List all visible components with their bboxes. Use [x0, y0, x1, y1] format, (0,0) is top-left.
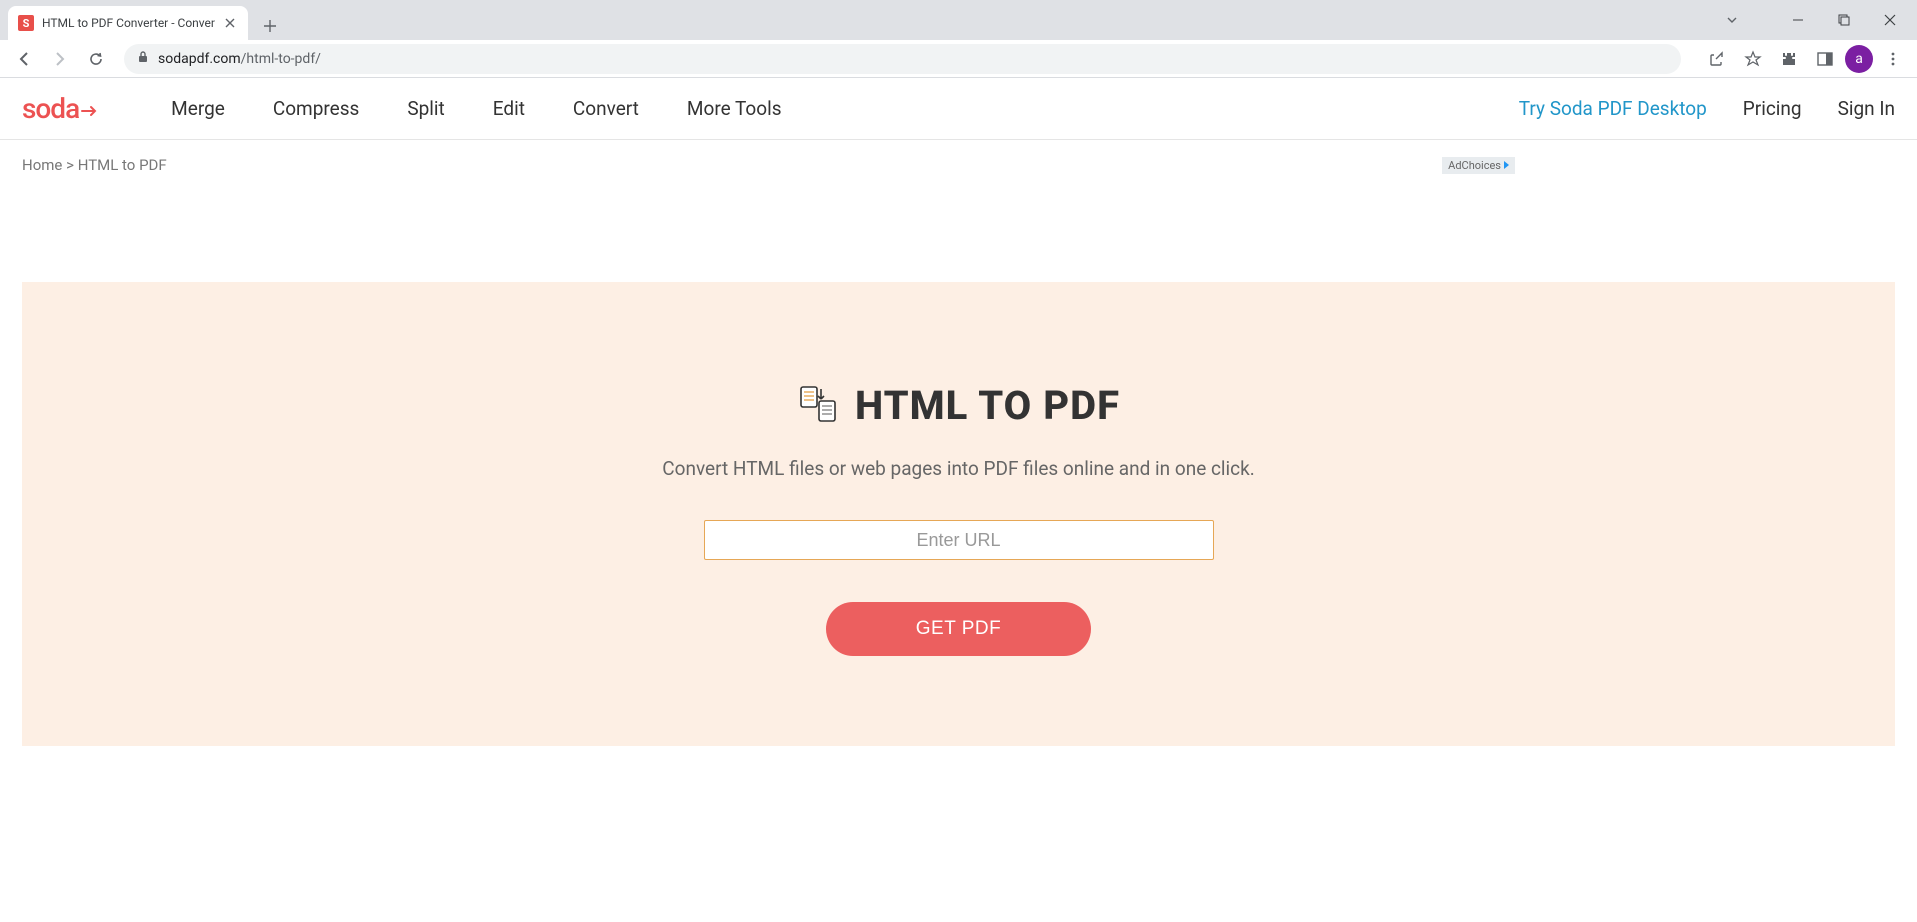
breadcrumb: Home > HTML to PDF: [22, 156, 167, 174]
hero-subtitle: Convert HTML files or web pages into PDF…: [62, 457, 1855, 480]
right-nav: Try Soda PDF Desktop Pricing Sign In: [1519, 97, 1895, 120]
share-icon[interactable]: [1701, 43, 1733, 75]
adchoices-icon: [1504, 161, 1509, 169]
window-controls: [1709, 0, 1913, 40]
browser-tab[interactable]: S HTML to PDF Converter - Conver: [8, 6, 248, 40]
logo-arrow-icon: [81, 92, 99, 125]
url-input[interactable]: [704, 520, 1214, 560]
maximize-window-icon[interactable]: [1821, 4, 1867, 36]
nav-compress[interactable]: Compress: [273, 97, 359, 120]
tab-favicon: S: [18, 15, 34, 31]
reload-button[interactable]: [80, 43, 112, 75]
sign-in-link[interactable]: Sign In: [1838, 97, 1895, 120]
breadcrumb-row: Home > HTML to PDF AdChoices: [0, 140, 1917, 182]
try-desktop-link[interactable]: Try Soda PDF Desktop: [1519, 97, 1707, 120]
address-bar[interactable]: sodapdf.com/html-to-pdf/: [124, 44, 1681, 74]
new-tab-button[interactable]: [256, 12, 284, 40]
pricing-link[interactable]: Pricing: [1743, 97, 1802, 120]
side-panel-icon[interactable]: [1809, 43, 1841, 75]
url-host: sodapdf.com: [158, 51, 241, 67]
page-content: soda Merge Compress Split Edit Convert M…: [0, 78, 1917, 922]
url-path: /html-to-pdf/: [241, 51, 321, 67]
nav-convert[interactable]: Convert: [573, 97, 639, 120]
browser-toolbar: sodapdf.com/html-to-pdf/ a: [0, 40, 1917, 78]
html-to-pdf-icon: [797, 383, 839, 429]
chrome-menu-icon[interactable]: [1877, 43, 1909, 75]
minimize-window-icon[interactable]: [1775, 4, 1821, 36]
forward-button[interactable]: [44, 43, 76, 75]
back-button[interactable]: [8, 43, 40, 75]
hero-card: HTML TO PDF Convert HTML files or web pa…: [22, 282, 1895, 746]
tab-strip: S HTML to PDF Converter - Conver: [0, 0, 1917, 40]
close-window-icon[interactable]: [1867, 4, 1913, 36]
breadcrumb-current: HTML to PDF: [78, 156, 167, 174]
adchoices-label: AdChoices: [1448, 159, 1501, 172]
tab-title: HTML to PDF Converter - Conver: [42, 16, 222, 30]
nav-edit[interactable]: Edit: [493, 97, 525, 120]
hero-title-row: HTML TO PDF: [62, 382, 1855, 429]
adchoices-badge[interactable]: AdChoices: [1442, 157, 1515, 174]
browser-chrome: S HTML to PDF Converter - Conver: [0, 0, 1917, 78]
logo-text: soda: [22, 92, 79, 125]
nav-merge[interactable]: Merge: [171, 97, 225, 120]
nav-split[interactable]: Split: [407, 97, 444, 120]
close-tab-icon[interactable]: [222, 15, 238, 31]
tab-search-icon[interactable]: [1709, 4, 1755, 36]
lock-icon: [136, 49, 150, 68]
get-pdf-button[interactable]: GET PDF: [826, 602, 1092, 656]
profile-avatar[interactable]: a: [1845, 45, 1873, 73]
breadcrumb-home[interactable]: Home: [22, 156, 62, 174]
toolbar-right: a: [1701, 43, 1909, 75]
extensions-icon[interactable]: [1773, 43, 1805, 75]
soda-logo[interactable]: soda: [22, 92, 99, 125]
site-header: soda Merge Compress Split Edit Convert M…: [0, 78, 1917, 140]
hero-title: HTML TO PDF: [855, 382, 1120, 429]
main-nav: Merge Compress Split Edit Convert More T…: [171, 97, 781, 120]
nav-more-tools[interactable]: More Tools: [687, 97, 782, 120]
bookmark-star-icon[interactable]: [1737, 43, 1769, 75]
